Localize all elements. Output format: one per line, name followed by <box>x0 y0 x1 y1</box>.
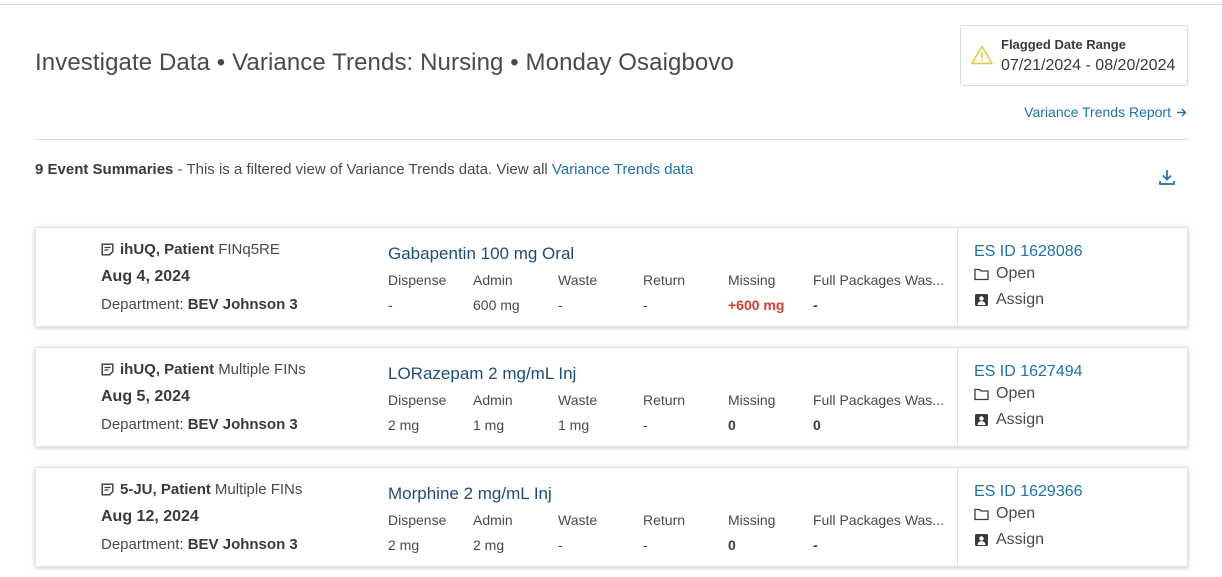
open-button[interactable]: Open <box>974 385 1035 403</box>
es-id-link[interactable]: ES ID 1627494 <box>974 363 1083 381</box>
assign-button[interactable]: Assign <box>974 411 1044 429</box>
patient-name: ihUQ, Patient <box>120 241 215 258</box>
summary-text: - This is a filtered view of Variance Tr… <box>173 161 552 178</box>
column-value: 0 <box>813 417 821 433</box>
arrow-right-icon <box>1177 108 1187 116</box>
department: Department: BEV Johnson 3 <box>101 536 298 553</box>
patient-name: 5-JU, Patient <box>120 481 211 498</box>
es-id-link[interactable]: ES ID 1628086 <box>974 243 1083 261</box>
page-title: Investigate Data • Variance Trends: Nurs… <box>35 49 734 76</box>
department-label: Department: <box>101 296 184 313</box>
department-name: BEV Johnson 3 <box>187 296 298 313</box>
flag-date-value: 07/21/2024 - 08/20/2024 <box>1001 57 1176 74</box>
department-label: Department: <box>101 536 184 553</box>
card-divider <box>957 468 958 566</box>
department-name: BEV Johnson 3 <box>187 416 298 433</box>
event-card: ihUQ, Patient FINq5RE Aug 4, 2024 Depart… <box>35 227 1188 327</box>
column-header: Full Packages Was... <box>813 392 944 408</box>
column-full-packages-was: Full Packages Was... - <box>813 272 948 313</box>
note-icon <box>101 363 114 376</box>
es-id-link[interactable]: ES ID 1629366 <box>974 483 1083 501</box>
folder-icon <box>974 508 989 521</box>
assign-label: Assign <box>996 291 1045 308</box>
patient-fin: Multiple FINs <box>218 361 306 378</box>
variance-trends-report-link[interactable]: Variance Trends Report <box>1024 104 1187 120</box>
assign-icon <box>975 294 988 306</box>
medication-link[interactable]: Gabapentin 100 mg Oral <box>388 244 574 264</box>
event-card: 5-JU, Patient Multiple FINs Aug 12, 2024… <box>35 467 1188 567</box>
card-divider <box>957 228 958 326</box>
assign-icon <box>975 414 988 426</box>
card-divider <box>957 348 958 446</box>
report-link-label: Variance Trends Report <box>1024 104 1171 120</box>
assign-button[interactable]: Assign <box>974 531 1044 549</box>
warning-icon <box>971 45 993 65</box>
open-label: Open <box>996 385 1036 402</box>
patient-fin: Multiple FINs <box>214 481 303 498</box>
department: Department: BEV Johnson 3 <box>101 296 298 313</box>
note-icon <box>101 243 114 256</box>
event-date: Aug 4, 2024 <box>101 268 190 285</box>
patient-line: ihUQ, Patient FINq5RE <box>101 241 280 258</box>
patient-fin: FINq5RE <box>218 241 280 258</box>
assign-label: Assign <box>996 531 1045 548</box>
assign-label: Assign <box>996 411 1045 428</box>
assign-icon <box>975 534 988 546</box>
column-full-packages-was: Full Packages Was... 0 <box>813 392 948 433</box>
event-card: ihUQ, Patient Multiple FINs Aug 5, 2024 … <box>35 347 1188 447</box>
flag-label: Flagged Date Range <box>1001 37 1126 52</box>
event-date: Aug 5, 2024 <box>101 388 190 405</box>
event-count: 9 Event Summaries <box>35 161 174 178</box>
column-value: - <box>813 297 818 313</box>
column-header: Full Packages Was... <box>813 272 944 288</box>
download-icon[interactable] <box>1158 168 1176 186</box>
column-header: Full Packages Was... <box>813 512 944 528</box>
patient-line: ihUQ, Patient Multiple FINs <box>101 361 306 378</box>
open-button[interactable]: Open <box>974 265 1035 283</box>
department-label: Department: <box>101 416 184 433</box>
top-divider <box>0 4 1222 5</box>
folder-icon <box>974 268 989 281</box>
event-summary-header: 9 Event Summaries - This is a filtered v… <box>35 161 693 178</box>
assign-button[interactable]: Assign <box>974 291 1044 309</box>
patient-name: ihUQ, Patient <box>120 361 215 378</box>
flagged-date-range: Flagged Date Range 07/21/2024 - 08/20/20… <box>960 25 1188 86</box>
department-name: BEV Johnson 3 <box>187 536 298 553</box>
section-divider <box>35 139 1188 140</box>
variance-trends-data-link[interactable]: Variance Trends data <box>552 161 693 178</box>
column-full-packages-was: Full Packages Was... - <box>813 512 948 553</box>
column-value: - <box>813 537 818 553</box>
medication-link[interactable]: LORazepam 2 mg/mL Inj <box>388 364 576 384</box>
patient-line: 5-JU, Patient Multiple FINs <box>101 481 302 498</box>
open-label: Open <box>996 265 1036 282</box>
folder-icon <box>974 388 989 401</box>
event-date: Aug 12, 2024 <box>101 508 199 525</box>
department: Department: BEV Johnson 3 <box>101 416 298 433</box>
open-label: Open <box>996 505 1036 522</box>
open-button[interactable]: Open <box>974 505 1035 523</box>
medication-link[interactable]: Morphine 2 mg/mL Inj <box>388 484 552 504</box>
note-icon <box>101 483 114 496</box>
